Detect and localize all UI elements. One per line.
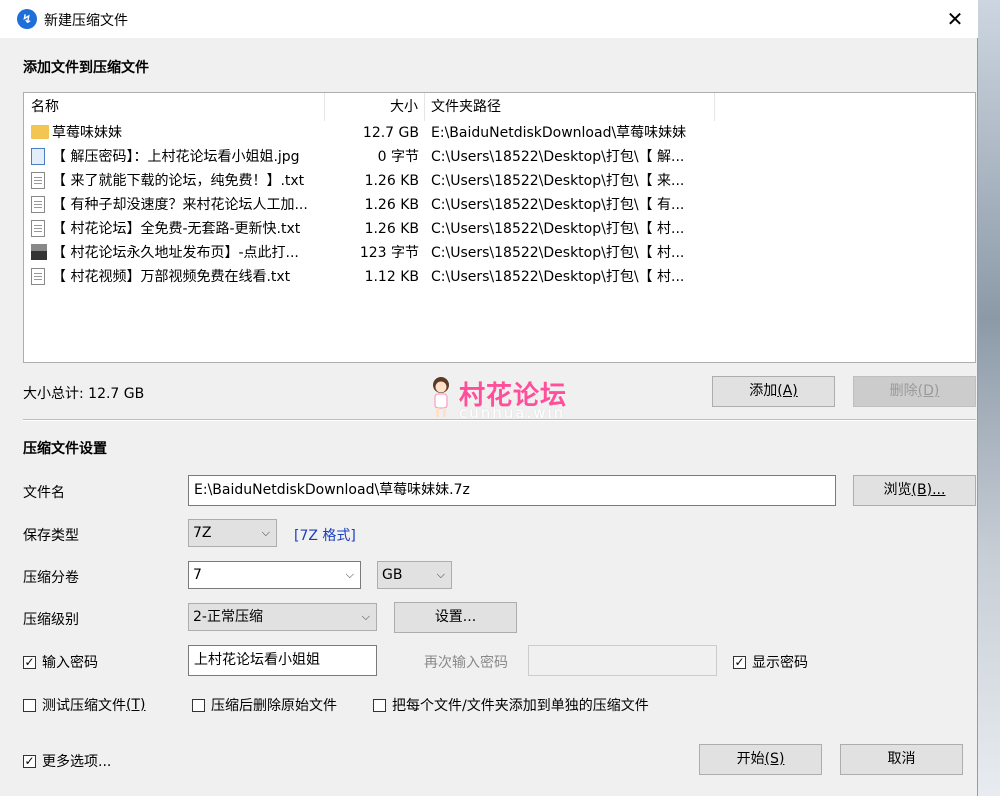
- window-title: 新建压缩文件: [44, 13, 128, 29]
- filename-label: 文件名: [23, 485, 65, 501]
- split-unit-select[interactable]: GB ⌵: [377, 561, 452, 589]
- file-row[interactable]: 【 村花论坛】全免费-无套路-更新快.txt 1.26 KB C:\Users\…: [24, 217, 975, 241]
- close-button[interactable]: ✕: [932, 0, 978, 38]
- column-header-name[interactable]: 名称: [24, 93, 325, 121]
- chevron-down-icon: ⌵: [361, 610, 370, 623]
- file-row[interactable]: 【 村花视频】万部视频免费在线看.txt 1.12 KB C:\Users\18…: [24, 265, 975, 289]
- desktop-background: [978, 0, 1000, 796]
- chevron-down-icon: ⌵: [261, 526, 270, 539]
- file-name: 【 来了就能下载的论坛，纯免费！】.txt: [52, 173, 305, 189]
- password-input[interactable]: 上村花论坛看小姐姐: [188, 645, 377, 676]
- file-row[interactable]: 【 有种子却没速度？来村花论坛人工加... 1.26 KB C:\Users\1…: [24, 193, 975, 217]
- file-row[interactable]: 【 来了就能下载的论坛，纯免费！】.txt 1.26 KB C:\Users\1…: [24, 169, 975, 193]
- folder-icon: [31, 125, 49, 139]
- file-name: 【 有种子却没速度？来村花论坛人工加...: [52, 197, 308, 213]
- filename-input[interactable]: E:\BaiduNetdiskDownload\草莓味妹妹.7z: [188, 475, 836, 506]
- text-file-icon: [31, 220, 45, 237]
- separate-archives-checkbox[interactable]: 把每个文件/文件夹添加到单独的压缩文件: [373, 695, 649, 715]
- settings-button[interactable]: 设置...: [394, 602, 517, 633]
- file-path: E:\BaiduNetdiskDownload\草莓味妹妹: [431, 125, 687, 141]
- add-button[interactable]: 添加(A): [712, 376, 835, 407]
- check-icon: ✓: [23, 654, 36, 669]
- file-size: 12.7 GB: [362, 125, 419, 141]
- file-row[interactable]: 草莓味妹妹 12.7 GB E:\BaiduNetdiskDownload\草莓…: [24, 121, 975, 145]
- file-name: 【 解压密码】：上村花论坛看小姐姐.jpg: [52, 149, 300, 165]
- file-size: 123 字节: [359, 245, 419, 261]
- app-logo-icon: ↯: [17, 9, 37, 29]
- mascot-icon: [433, 377, 449, 417]
- image-file-icon: [31, 148, 45, 165]
- file-name: 草莓味妹妹: [52, 125, 122, 141]
- column-header-path[interactable]: 文件夹路径: [425, 93, 715, 121]
- delete-button[interactable]: 删除(D): [853, 376, 976, 407]
- check-icon: ✓: [23, 753, 36, 768]
- show-password-checkbox[interactable]: ✓ 显示密码: [733, 652, 808, 672]
- text-file-icon: [31, 196, 45, 213]
- file-path: C:\Users\18522\Desktop\打包\【 村...: [431, 269, 685, 285]
- url-file-icon: [31, 244, 47, 260]
- split-volume-combo[interactable]: 7 ⌵: [188, 561, 361, 589]
- file-size: 1.26 KB: [364, 197, 419, 213]
- section-divider: [23, 419, 976, 421]
- file-name: 【 村花论坛】全免费-无套路-更新快.txt: [52, 221, 301, 237]
- add-files-section-title: 添加文件到压缩文件: [23, 60, 149, 76]
- column-header-size[interactable]: 大小: [325, 93, 425, 121]
- split-volume-label: 压缩分卷: [23, 570, 79, 586]
- compression-level-select[interactable]: 2-正常压缩 ⌵: [188, 603, 377, 631]
- text-file-icon: [31, 172, 45, 189]
- start-button[interactable]: 开始(S): [699, 744, 822, 775]
- test-archive-checkbox[interactable]: 测试压缩文件 (T): [23, 695, 145, 715]
- title-bar: ↯ 新建压缩文件 ✕: [0, 0, 978, 38]
- format-link[interactable]: [7Z 格式]: [294, 525, 356, 545]
- more-options-checkbox[interactable]: ✓ 更多选项...: [23, 751, 111, 771]
- text-file-icon: [31, 268, 45, 285]
- file-name: 【 村花论坛永久地址发布页】-点此打...: [52, 245, 299, 261]
- file-name: 【 村花视频】万部视频免费在线看.txt: [52, 269, 291, 285]
- file-path: C:\Users\18522\Desktop\打包\【 村...: [431, 221, 685, 237]
- file-size: 1.12 KB: [364, 269, 419, 285]
- file-path: C:\Users\18522\Desktop\打包\【 有...: [431, 197, 685, 213]
- browse-button[interactable]: 浏览(B)...: [853, 475, 976, 506]
- delete-after-checkbox[interactable]: 压缩后删除原始文件: [192, 695, 337, 715]
- cancel-button[interactable]: 取消: [840, 744, 963, 775]
- save-type-label: 保存类型: [23, 528, 79, 544]
- confirm-password-input[interactable]: [528, 645, 717, 676]
- check-icon: ✓: [733, 654, 746, 669]
- total-size-label: 大小总计: 12.7 GB: [23, 386, 145, 402]
- new-archive-dialog: ↯ 新建压缩文件 ✕ 添加文件到压缩文件 名称 大小 文件夹路径 草莓味妹妹 1…: [0, 0, 978, 796]
- save-type-select[interactable]: 7Z ⌵: [188, 519, 277, 547]
- file-path: C:\Users\18522\Desktop\打包\【 村...: [431, 245, 685, 261]
- close-icon: ✕: [946, 7, 964, 31]
- file-size: 1.26 KB: [364, 173, 419, 189]
- file-size: 1.26 KB: [364, 221, 419, 237]
- file-list-header: 名称 大小 文件夹路径: [24, 93, 975, 121]
- enable-password-checkbox[interactable]: ✓ 输入密码: [23, 652, 98, 672]
- confirm-password-label: 再次输入密码: [424, 655, 508, 671]
- compression-level-label: 压缩级别: [23, 612, 79, 628]
- file-row[interactable]: 【 村花论坛永久地址发布页】-点此打... 123 字节 C:\Users\18…: [24, 241, 975, 265]
- file-path: C:\Users\18522\Desktop\打包\【 来...: [431, 173, 685, 189]
- archive-settings-section-title: 压缩文件设置: [23, 441, 107, 457]
- file-list[interactable]: 名称 大小 文件夹路径 草莓味妹妹 12.7 GB E:\BaiduNetdis…: [23, 92, 976, 363]
- file-path: C:\Users\18522\Desktop\打包\【 解...: [431, 149, 685, 165]
- watermark-logo: 村花论坛 cunhua.win: [425, 373, 595, 423]
- chevron-down-icon: ⌵: [436, 568, 445, 581]
- file-row[interactable]: 【 解压密码】：上村花论坛看小姐姐.jpg 0 字节 C:\Users\1852…: [24, 145, 975, 169]
- chevron-down-icon: ⌵: [345, 568, 354, 581]
- file-size: 0 字节: [377, 149, 419, 165]
